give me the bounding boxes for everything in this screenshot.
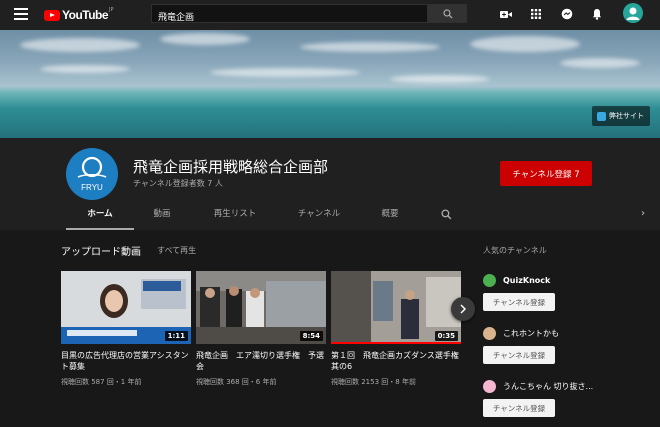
banner-website-link[interactable]: 弊社サイト: [592, 106, 650, 126]
avatar-text: FRYU: [81, 183, 103, 192]
popular-channels-title: 人気のチャンネル: [483, 246, 547, 255]
video-card[interactable]: 1:11 目黒の広告代理店の営業アシスタント募集 視聴回数 587 回・1 年前: [61, 271, 191, 387]
tab-about[interactable]: 概要: [379, 202, 401, 230]
video-meta: 視聴回数 587 回・1 年前: [61, 378, 142, 386]
featured-channel: QuizKnock チャンネル登録: [483, 273, 613, 311]
video-thumbnail[interactable]: 8:54: [196, 271, 326, 344]
youtube-play-icon: [44, 9, 60, 21]
channel-avatar-small[interactable]: [483, 273, 496, 287]
search-icon: [443, 9, 453, 19]
video-card[interactable]: 8:54 飛竜企画 エア濡切り選手権 予選会 視聴回数 368 回・6 年前: [196, 271, 326, 387]
video-card[interactable]: 0:35 第１回 飛竜企画カズダンス選手権 其の6 視聴回数 2153 回・8 …: [331, 271, 461, 387]
video-duration: 0:35: [434, 331, 458, 341]
channel-search-icon[interactable]: [441, 209, 452, 220]
top-bar: YouTube JP: [0, 0, 660, 30]
website-icon: [597, 111, 606, 121]
chevron-right-icon: [460, 304, 467, 314]
tab-home[interactable]: ホーム: [66, 202, 134, 230]
account-avatar[interactable]: [623, 3, 643, 23]
featured-channel-name[interactable]: これホントかも: [503, 328, 559, 339]
channel-avatar[interactable]: FRYU: [66, 148, 118, 200]
play-all-link[interactable]: すべて再生: [157, 245, 196, 256]
search-box: [151, 4, 428, 25]
featured-channel: うんこちゃん 切り抜さ... チャンネル登録: [483, 379, 613, 417]
video-title[interactable]: 第１回 飛竜企画カズダンス選手権 其の6: [331, 350, 461, 372]
featured-channel-name[interactable]: うんこちゃん 切り抜さ...: [503, 381, 593, 392]
watch-progress-bar: [331, 342, 461, 344]
video-meta: 視聴回数 2153 回・8 年前: [331, 378, 416, 386]
featured-subscribe-button[interactable]: チャンネル登録: [483, 346, 555, 364]
featured-subscribe-button[interactable]: チャンネル登録: [483, 293, 555, 311]
fryu-logo-icon: FRYU: [77, 156, 107, 192]
video-thumbnail[interactable]: 1:11: [61, 271, 191, 344]
create-video-icon[interactable]: [500, 8, 512, 20]
logo-text: YouTube: [62, 8, 109, 22]
user-icon: [626, 7, 640, 20]
tab-videos[interactable]: 動画: [149, 202, 175, 230]
menu-icon[interactable]: [14, 8, 28, 20]
video-thumbnail[interactable]: 0:35: [331, 271, 461, 344]
tab-channels[interactable]: チャンネル: [295, 202, 343, 230]
subscriber-count: チャンネル登録者数 7 人: [133, 179, 223, 188]
channel-banner: [0, 30, 660, 138]
featured-subscribe-button[interactable]: チャンネル登録: [483, 399, 555, 417]
featured-channel: これホントかも チャンネル登録: [483, 326, 613, 364]
channel-avatar-small[interactable]: [483, 379, 496, 393]
tab-playlists[interactable]: 再生リスト: [210, 202, 260, 230]
logo-region: JP: [109, 7, 114, 13]
channel-avatar-small[interactable]: [483, 326, 496, 340]
notifications-icon[interactable]: [591, 8, 603, 20]
channel-name: 飛竜企画採用戦略総合企画部: [133, 158, 329, 176]
apps-icon[interactable]: [530, 8, 542, 20]
youtube-logo[interactable]: YouTube JP: [44, 6, 114, 24]
featured-channel-name[interactable]: QuizKnock: [503, 276, 550, 285]
subscribe-button[interactable]: チャンネル登録 7: [500, 161, 592, 186]
video-title[interactable]: 目黒の広告代理店の営業アシスタント募集: [61, 350, 191, 372]
messages-icon[interactable]: [561, 8, 573, 20]
video-duration: 1:11: [164, 331, 188, 341]
uploads-title[interactable]: アップロード動画: [61, 243, 141, 258]
search-input[interactable]: [152, 8, 427, 25]
video-title[interactable]: 飛竜企画 エア濡切り選手権 予選会: [196, 350, 326, 372]
video-meta: 視聴回数 368 回・6 年前: [196, 378, 277, 386]
banner-link-label: 弊社サイト: [609, 112, 644, 120]
carousel-next-button[interactable]: [451, 297, 475, 321]
search-button[interactable]: [427, 4, 467, 23]
video-duration: 8:54: [299, 331, 323, 341]
tabs-next-chevron-icon[interactable]: ›: [641, 208, 645, 219]
